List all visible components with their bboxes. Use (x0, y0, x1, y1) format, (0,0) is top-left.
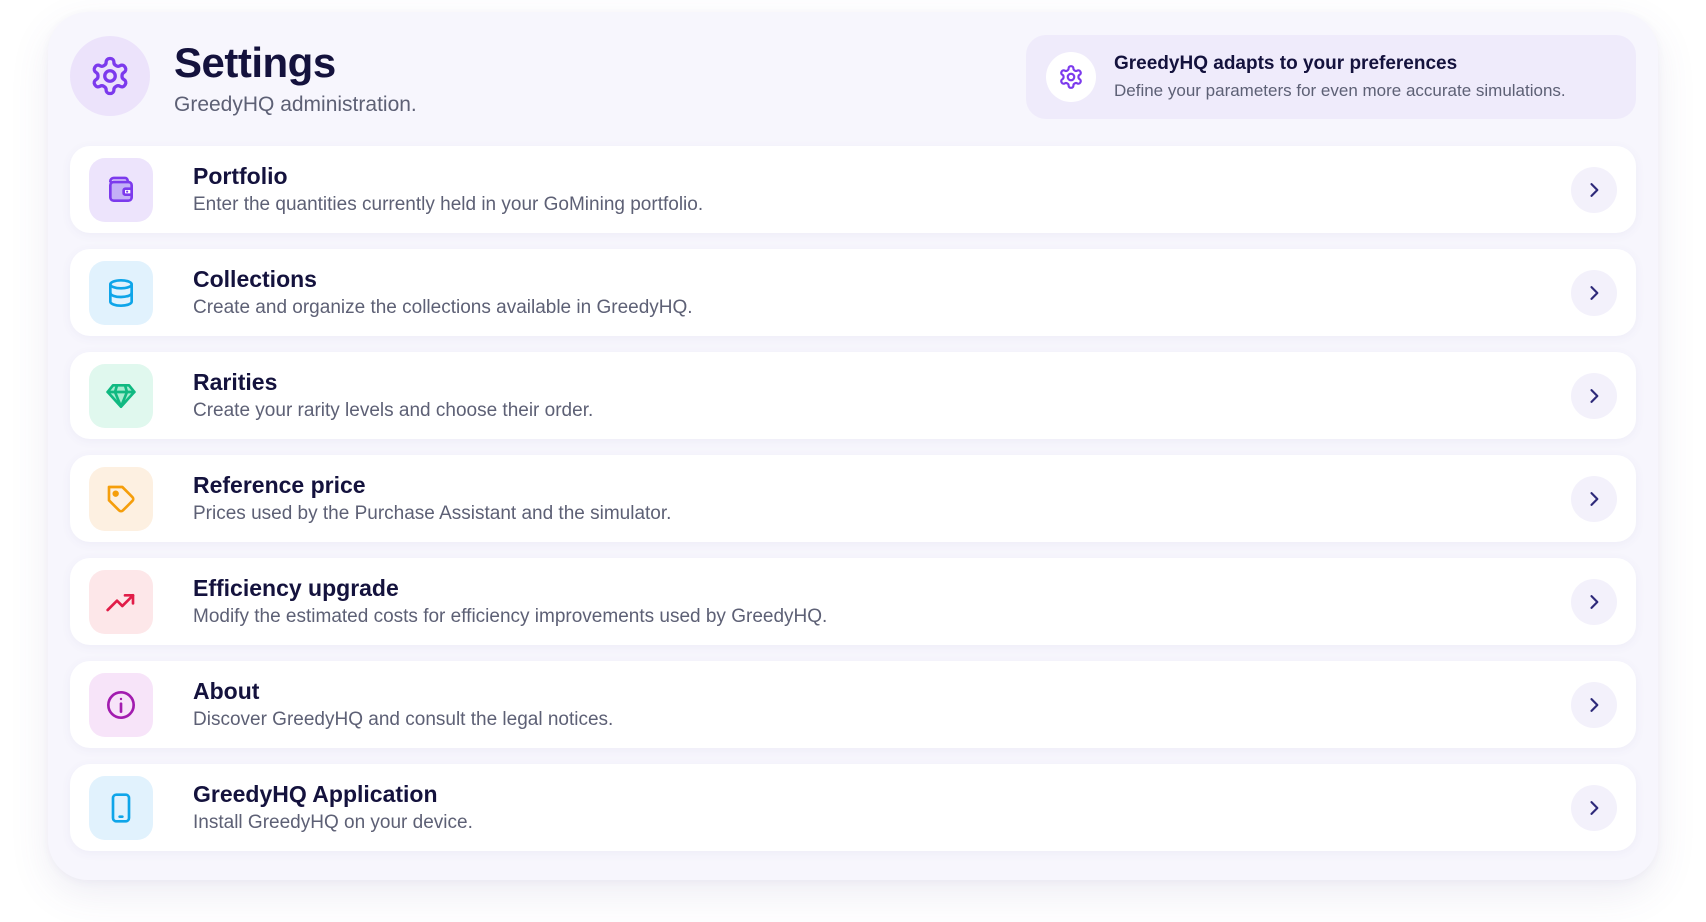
settings-item-title: About (193, 678, 260, 704)
settings-item-description: Enter the quantities currently held in y… (193, 194, 704, 215)
settings-item-description: Create and organize the collections avai… (193, 297, 693, 318)
gear-icon (1046, 52, 1096, 102)
chevron-right-icon[interactable] (1571, 785, 1617, 831)
settings-item-title: Reference price (193, 472, 366, 498)
settings-item-rarities[interactable]: Rarities Create your rarity levels and c… (70, 352, 1636, 439)
preferences-info-banner: GreedyHQ adapts to your preferences Defi… (1026, 35, 1636, 119)
chevron-right-icon[interactable] (1571, 167, 1617, 213)
settings-item-reference-price[interactable]: Reference price Prices used by the Purch… (70, 455, 1636, 542)
settings-item-title: Portfolio (193, 163, 288, 189)
settings-item-collections[interactable]: Collections Create and organize the coll… (70, 249, 1636, 336)
settings-item-title: Rarities (193, 369, 278, 395)
wallet-icon (89, 158, 153, 222)
chevron-right-icon[interactable] (1571, 579, 1617, 625)
banner-text: Define your parameters for even more acc… (1114, 81, 1566, 100)
settings-item-description: Install GreedyHQ on your device. (193, 812, 473, 833)
price-tag-icon (89, 467, 153, 531)
settings-item-about[interactable]: About Discover GreedyHQ and consult the … (70, 661, 1636, 748)
smartphone-icon (89, 776, 153, 840)
settings-item-title: Collections (193, 266, 317, 292)
settings-item-title: Efficiency upgrade (193, 575, 399, 601)
settings-item-portfolio[interactable]: Portfolio Enter the quantities currently… (70, 146, 1636, 233)
page-subtitle: GreedyHQ administration. (174, 93, 417, 116)
diamond-icon (89, 364, 153, 428)
trending-up-icon (89, 570, 153, 634)
settings-card: Settings GreedyHQ administration. Greedy… (48, 12, 1658, 880)
settings-item-description: Prices used by the Purchase Assistant an… (193, 503, 672, 524)
database-icon (89, 261, 153, 325)
chevron-right-icon[interactable] (1571, 270, 1617, 316)
banner-title: GreedyHQ adapts to your preferences (1114, 53, 1458, 74)
settings-item-efficiency-upgrade[interactable]: Efficiency upgrade Modify the estimated … (70, 558, 1636, 645)
settings-item-description: Create your rarity levels and choose the… (193, 400, 594, 421)
chevron-right-icon[interactable] (1571, 476, 1617, 522)
chevron-right-icon[interactable] (1571, 373, 1617, 419)
settings-item-description: Discover GreedyHQ and consult the legal … (193, 709, 614, 730)
info-icon (89, 673, 153, 737)
settings-item-title: GreedyHQ Application (193, 781, 438, 807)
settings-item-description: Modify the estimated costs for efficienc… (193, 606, 828, 627)
settings-list: Portfolio Enter the quantities currently… (70, 146, 1636, 867)
settings-gear-icon (70, 36, 150, 116)
settings-item-application[interactable]: GreedyHQ Application Install GreedyHQ on… (70, 764, 1636, 851)
chevron-right-icon[interactable] (1571, 682, 1617, 728)
page-title: Settings (174, 39, 336, 86)
